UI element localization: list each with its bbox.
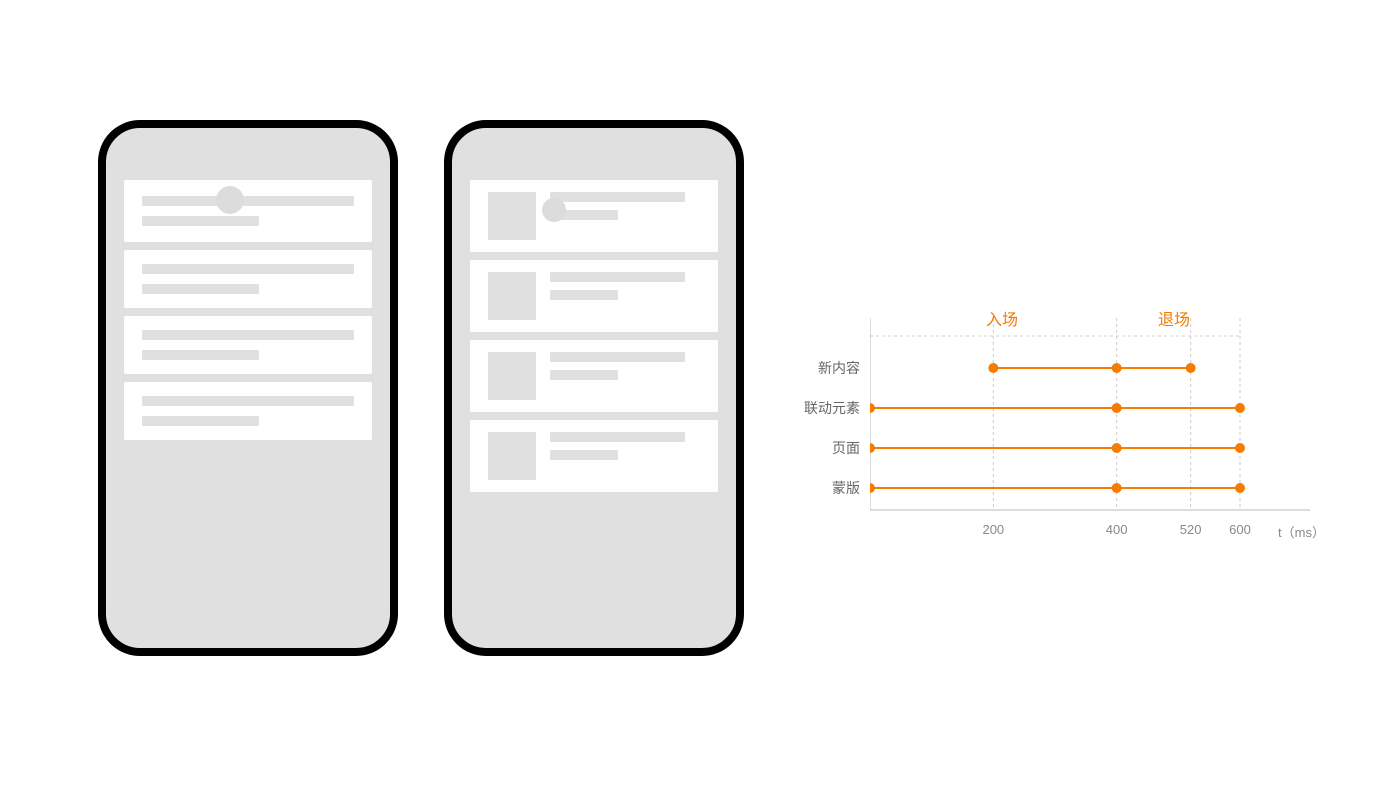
list-item [470, 340, 718, 412]
placeholder-line [550, 432, 685, 442]
placeholder-line [142, 350, 259, 360]
list-item [470, 260, 718, 332]
timing-chart: 入场 退场 t（ms） 新内容联动元素页面蒙版200400520600 [870, 300, 1340, 560]
chart-row-label: 页面 [790, 438, 860, 458]
placeholder-line [550, 290, 618, 300]
thumbnail-placeholder [488, 192, 536, 240]
avatar-placeholder [542, 198, 566, 222]
list-item [470, 180, 718, 252]
placeholder-line [550, 370, 618, 380]
placeholder-line [550, 352, 685, 362]
x-tick: 200 [982, 522, 1004, 537]
placeholder-line [142, 330, 354, 340]
placeholder-line [142, 416, 259, 426]
thumbnail-placeholder [488, 432, 536, 480]
placeholder-line [142, 216, 259, 226]
phone-content [124, 180, 372, 440]
phone-content [470, 180, 718, 492]
chart-row-label: 新内容 [790, 358, 860, 378]
placeholder-line [142, 196, 354, 206]
x-tick: 400 [1106, 522, 1128, 537]
list-item [124, 180, 372, 242]
placeholder-line [550, 272, 685, 282]
phone-mockup-before [98, 120, 398, 656]
chart-row-label: 联动元素 [790, 398, 860, 418]
thumbnail-placeholder [488, 272, 536, 320]
list-item [124, 250, 372, 308]
list-item [124, 382, 372, 440]
placeholder-line [550, 450, 618, 460]
list-item [124, 316, 372, 374]
placeholder-line [142, 284, 259, 294]
chart-canvas [870, 300, 1340, 560]
x-tick: 520 [1180, 522, 1202, 537]
thumbnail-placeholder [488, 352, 536, 400]
list-item [470, 420, 718, 492]
chart-title-exit: 退场 [1158, 306, 1190, 330]
avatar-placeholder [216, 186, 244, 214]
placeholder-line [142, 396, 354, 406]
chart-row-label: 蒙版 [790, 478, 860, 498]
phone-mockup-after [444, 120, 744, 656]
chart-title-enter: 入场 [986, 306, 1018, 330]
placeholder-line [142, 264, 354, 274]
placeholder-line [550, 192, 685, 202]
x-tick: 600 [1229, 522, 1251, 537]
x-axis-label: t（ms） [1278, 522, 1325, 541]
